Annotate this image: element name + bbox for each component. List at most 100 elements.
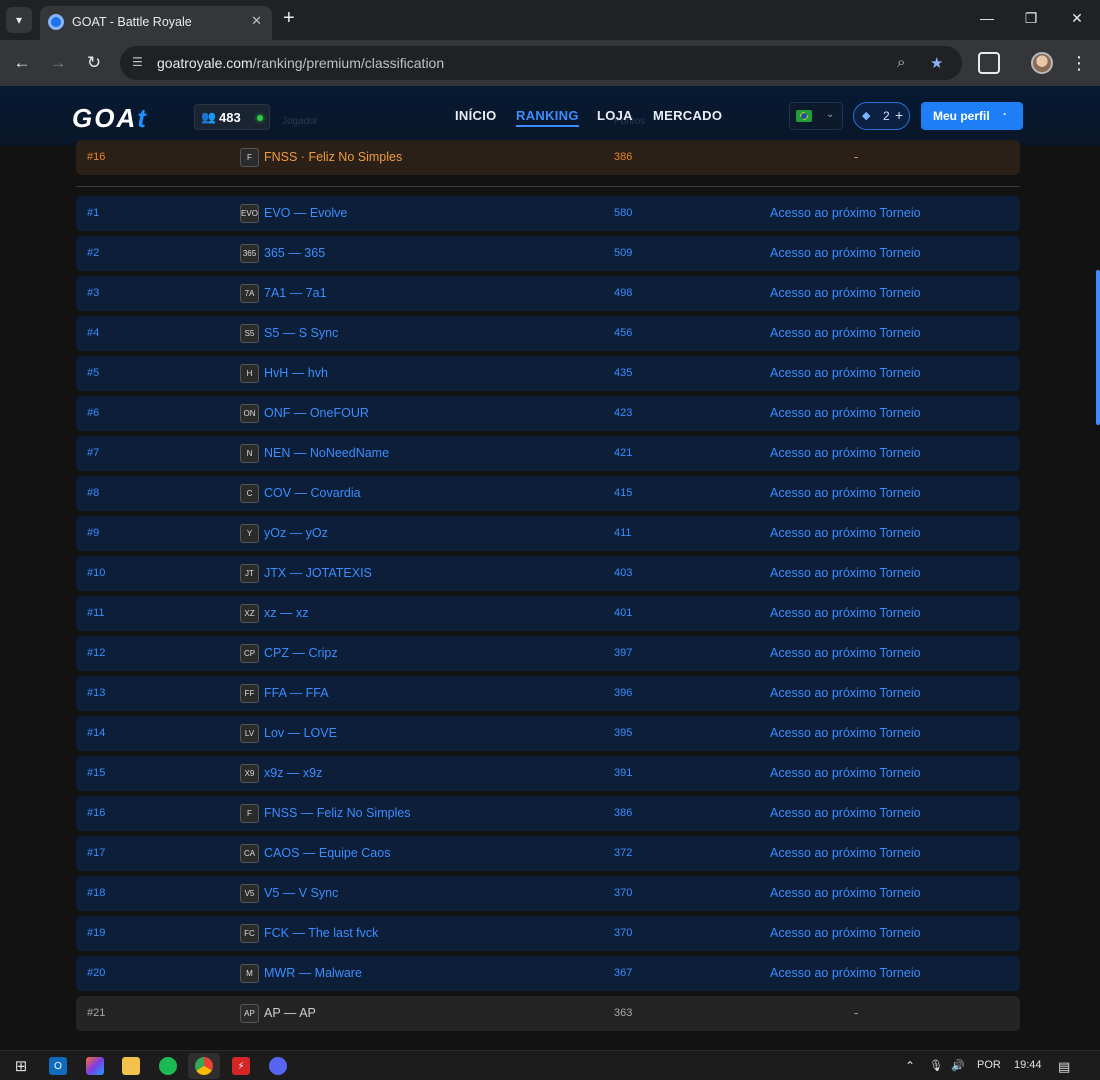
discord-icon[interactable] — [269, 1057, 287, 1075]
tray-chevron-icon[interactable]: ⌃ — [905, 1059, 915, 1073]
table-row[interactable]: #15 X9 x9z — x9z 391 Acesso ao próximo Torne… — [76, 756, 1020, 791]
table-row[interactable]: #1 EVO EVO — Evolve 580 Acesso ao próximo To… — [76, 196, 1020, 231]
language-select[interactable]: ⌄ — [789, 102, 843, 130]
team-name-link[interactable]: Lov — LOVE — [264, 726, 337, 740]
team-name-link[interactable]: FFA — FFA — [264, 686, 329, 700]
team-name-link[interactable]: yOz — yOz — [264, 526, 328, 540]
my-team-position: #16 — [87, 151, 106, 163]
table-row[interactable]: #5 H HvH — hvh 435 Acesso ao próximo Torneio — [76, 356, 1020, 391]
bookmark-star-icon[interactable]: ★ — [930, 54, 943, 72]
team-name-link[interactable]: x9z — x9z — [264, 766, 322, 780]
table-row[interactable]: #12 CP CPZ — Cripz 397 Acesso ao próximo Tor… — [76, 636, 1020, 671]
url-host: goatroyale.com — [157, 55, 253, 71]
rank-position: #18 — [87, 887, 106, 899]
table-row[interactable]: #21 AP AP — AP 363 - — [76, 996, 1020, 1031]
profile-button[interactable]: Meu perfil · — [921, 102, 1023, 130]
restore-button[interactable]: ❐ — [1016, 10, 1046, 27]
table-row[interactable]: #17 CA CAOS — Equipe Caos 372 Acesso ao próx… — [76, 836, 1020, 871]
game-launcher-icon[interactable]: ⚡ — [232, 1057, 250, 1075]
team-name-link[interactable]: 365 — 365 — [264, 246, 325, 260]
table-row[interactable]: #18 V5 V5 — V Sync 370 Acesso ao próximo Tor… — [76, 876, 1020, 911]
team-name-link[interactable]: HvH — hvh — [264, 366, 328, 380]
team-name-link[interactable]: COV — Covardia — [264, 486, 361, 500]
table-row[interactable]: #19 FC FCK — The last fvck 370 Acesso ao pró… — [76, 916, 1020, 951]
url-text[interactable]: goatroyale.com/ranking/premium/classific… — [157, 55, 444, 71]
browser-menu-icon[interactable]: ⋮ — [1070, 52, 1088, 74]
keyboard-language[interactable]: POR — [977, 1059, 1001, 1071]
chrome-icon[interactable] — [195, 1057, 213, 1075]
tab-close-icon[interactable]: ✕ — [251, 13, 262, 29]
table-row[interactable]: #6 ON ONF — OneFOUR 423 Acesso ao próximo To… — [76, 396, 1020, 431]
tab-search-button[interactable]: ▾ — [6, 7, 32, 33]
team-name-link[interactable]: FCK — The last fvck — [264, 926, 378, 940]
outlook-icon[interactable]: O — [49, 1057, 67, 1075]
copilot-icon[interactable] — [86, 1057, 104, 1075]
spotify-icon[interactable] — [159, 1057, 177, 1075]
users-icon: 👥 — [201, 110, 216, 124]
table-row[interactable]: #20 M MWR — Malware 367 Acesso ao próximo To… — [76, 956, 1020, 991]
new-tab-button[interactable]: + — [283, 8, 295, 28]
table-row[interactable]: #9 YyOz — yOz 411 Acesso ao próximo Torneio — [76, 516, 1020, 551]
team-name-link[interactable]: EVO — Evolve — [264, 206, 347, 220]
team-name-link[interactable]: S5 — S Sync — [264, 326, 338, 340]
team-name-link[interactable]: NEN — NoNeedName — [264, 446, 389, 460]
team-reward: Acesso ao próximo Torneio — [770, 886, 921, 900]
forward-icon[interactable]: → — [47, 53, 69, 73]
my-team-row[interactable]: #16 F FNSS · Feliz No Simples 386 - — [76, 140, 1020, 175]
minimize-button[interactable]: — — [972, 10, 1002, 26]
gems-button[interactable]: ◆ 2 + — [853, 102, 910, 130]
windows-start-icon[interactable]: ⊞ — [12, 1057, 30, 1075]
team-name-link[interactable]: FNSS — Feliz No Simples — [264, 806, 411, 820]
team-name-link[interactable]: MWR — Malware — [264, 966, 362, 980]
microphone-icon[interactable]: 🎙 — [929, 1059, 943, 1072]
goat-logo[interactable]: GOAt — [72, 103, 148, 134]
volume-icon[interactable]: 🔊 — [951, 1059, 965, 1072]
team-points: 456 — [614, 327, 633, 339]
nav-mercado[interactable]: MERCADO — [653, 108, 722, 123]
team-name-link[interactable]: ONF — OneFOUR — [264, 406, 369, 420]
table-row[interactable]: #7 N NEN — NoNeedName 421 Acesso ao próximo … — [76, 436, 1020, 471]
table-row[interactable]: #11 XZ xz — xz 401 Acesso ao próximo Torneio — [76, 596, 1020, 631]
back-icon[interactable]: ← — [11, 53, 33, 73]
nav-inicio[interactable]: INÍCIO — [455, 108, 497, 123]
table-row[interactable]: #13 FF FFA — FFA 396 Acesso ao próximo Torne… — [76, 676, 1020, 711]
address-bar[interactable]: ☰ goatroyale.com/ranking/premium/classif… — [120, 46, 962, 80]
table-row[interactable]: #10 JT JTX — JOTATEXIS 403 Acesso ao próximo… — [76, 556, 1020, 591]
close-window-button[interactable]: ✕ — [1062, 10, 1092, 27]
add-gems-icon: + — [895, 107, 904, 123]
file-explorer-icon[interactable] — [122, 1057, 140, 1075]
zoom-icon[interactable]: ⌕ — [897, 54, 905, 71]
team-points: 363 — [614, 1007, 633, 1019]
table-row[interactable]: #3 7A 7A1 — 7a1 498 Acesso ao próximo Tornei… — [76, 276, 1020, 311]
extensions-icon[interactable] — [978, 52, 1000, 74]
tab-title: GOAT - Battle Royale — [72, 15, 192, 29]
scrollbar-thumb[interactable] — [1096, 270, 1100, 425]
gems-count: 2 — [883, 109, 890, 123]
notifications-icon[interactable]: ▤ — [1058, 1059, 1070, 1075]
team-reward: Acesso ao próximo Torneio — [770, 926, 921, 940]
team-name-link[interactable]: 7A1 — 7a1 — [264, 286, 327, 300]
my-team-name[interactable]: FNSS · Feliz No Simples — [264, 150, 402, 164]
team-logo-icon: FC — [240, 924, 259, 943]
team-reward: Acesso ao próximo Torneio — [770, 246, 921, 260]
table-row[interactable]: #14 LV Lov — LOVE 395 Acesso ao próximo Torn… — [76, 716, 1020, 751]
table-row[interactable]: #8 C COV — Covardia 415 Acesso ao próximo To… — [76, 476, 1020, 511]
browser-profile-avatar[interactable] — [1031, 52, 1053, 74]
team-points: 580 — [614, 207, 633, 219]
table-row[interactable]: #2 365 365 — 365 509 Acesso ao próximo Torne… — [76, 236, 1020, 271]
nav-ranking[interactable]: RANKING — [516, 108, 579, 127]
nav-loja[interactable]: LOJA — [597, 108, 633, 123]
reload-icon[interactable]: ↻ — [83, 53, 105, 73]
table-row[interactable]: #4 S5 S5 — S Sync 456 Acesso ao próximo Torn… — [76, 316, 1020, 351]
clock-time[interactable]: 19:44 — [1014, 1059, 1042, 1071]
site-info-icon[interactable]: ☰ — [132, 55, 148, 71]
rank-position: #6 — [87, 407, 100, 419]
team-name-link[interactable]: JTX — JOTATEXIS — [264, 566, 372, 580]
team-name-link[interactable]: xz — xz — [264, 606, 308, 620]
table-row[interactable]: #16 F FNSS — Feliz No Simples 386 Acesso ao … — [76, 796, 1020, 831]
team-name-link[interactable]: AP — AP — [264, 1006, 316, 1020]
team-name-link[interactable]: CAOS — Equipe Caos — [264, 846, 390, 860]
browser-tab-active[interactable]: GOAT - Battle Royale ✕ — [40, 6, 272, 40]
team-name-link[interactable]: V5 — V Sync — [264, 886, 338, 900]
team-name-link[interactable]: CPZ — Cripz — [264, 646, 338, 660]
